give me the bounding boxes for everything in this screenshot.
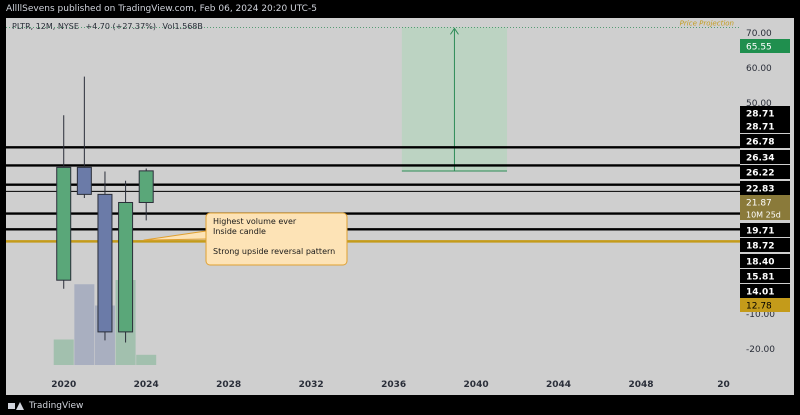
x-tick-label: 2024 bbox=[134, 380, 159, 390]
price-axis: 70.0060.0050.00-10.00-20.0065.5528.7128.… bbox=[740, 18, 794, 373]
x-tick-label: 2036 bbox=[381, 380, 406, 390]
price-tag-text: 14.01 bbox=[746, 288, 774, 298]
annotation-pointer bbox=[143, 230, 207, 241]
volume-bar-2021 bbox=[74, 284, 95, 365]
x-tick-label: 2044 bbox=[546, 380, 571, 390]
tradingview-logo-icon bbox=[8, 401, 24, 411]
legend-volume: Vol1.568B bbox=[162, 22, 203, 31]
y-tick-label: 60.00 bbox=[746, 64, 772, 74]
annotation-line: Inside candle bbox=[213, 227, 266, 236]
legend-change: +4.70 (+27.37%) bbox=[85, 22, 156, 31]
y-tick-label: 70.00 bbox=[746, 29, 772, 39]
price-tag-text: 28.71 bbox=[746, 110, 774, 120]
candles-layer bbox=[56, 76, 154, 343]
price-tag-text: 26.34 bbox=[746, 154, 774, 164]
price-chart[interactable]: Price Projection43.68 (199.73%) 4368 Hig… bbox=[6, 18, 794, 395]
x-tick-label: 2040 bbox=[464, 380, 489, 390]
price-tag-text: 19.71 bbox=[746, 227, 774, 237]
chart-area[interactable]: Price Projection43.68 (199.73%) 4368 Hig… bbox=[6, 18, 794, 395]
volume-bar-2020 bbox=[53, 339, 74, 365]
price-tag-text: 18.72 bbox=[746, 242, 774, 252]
price-tag-text: 26.78 bbox=[746, 138, 774, 148]
candle-body-2022 bbox=[97, 193, 113, 333]
price-tag-text: 18.40 bbox=[746, 258, 774, 268]
price-tag-text: 10M 25d bbox=[746, 211, 781, 220]
price-tag-text: 21.87 bbox=[746, 199, 772, 209]
time-axis: 2020 2024 2028 2032 2036 2040 2044 2048 20 bbox=[6, 373, 794, 395]
price-tag-text: 12.78 bbox=[746, 302, 772, 312]
x-tick-label: 20 bbox=[717, 380, 730, 390]
annotation-line: Highest volume ever bbox=[213, 217, 297, 226]
symbol-legend: PLTR, 12M, NYSE +4.70 (+27.37%) Vol1.568… bbox=[12, 22, 207, 31]
price-tag-text: 15.81 bbox=[746, 273, 774, 283]
candle-body-2023 bbox=[118, 201, 134, 333]
annotation-layer: Highest volume everInside candle Strong u… bbox=[143, 212, 348, 266]
volume-bar-2024 bbox=[136, 354, 157, 365]
y-tick-label: -20.00 bbox=[746, 345, 775, 355]
footer-brand-text: TradingView bbox=[29, 401, 84, 411]
annotation-line: Strong upside reversal pattern bbox=[213, 247, 335, 256]
publisher-line: AllllSevens published on TradingView.com… bbox=[6, 4, 317, 14]
price-projection-label: Price Projection bbox=[680, 19, 734, 27]
price-tag-text: 65.55 bbox=[746, 43, 772, 53]
x-tick-label: 2048 bbox=[629, 380, 654, 390]
footer-brand[interactable]: TradingView bbox=[8, 397, 83, 415]
x-tick-label: 2028 bbox=[216, 380, 241, 390]
candle-body-2020 bbox=[56, 166, 72, 281]
x-tick-label: 2032 bbox=[299, 380, 324, 390]
legend-symbol: PLTR, 12M, NYSE bbox=[12, 22, 79, 31]
candle-body-2024 bbox=[138, 170, 154, 203]
x-tick-label: 2020 bbox=[51, 380, 76, 390]
price-tag-text: 28.71 bbox=[746, 123, 774, 133]
horizontal-levels bbox=[6, 146, 740, 243]
price-tag-text: 26.22 bbox=[746, 169, 774, 179]
candle-body-2021 bbox=[76, 166, 92, 195]
tradingview-snapshot: AllllSevens published on TradingView.com… bbox=[0, 0, 800, 415]
price-tag-text: 22.83 bbox=[746, 185, 774, 195]
